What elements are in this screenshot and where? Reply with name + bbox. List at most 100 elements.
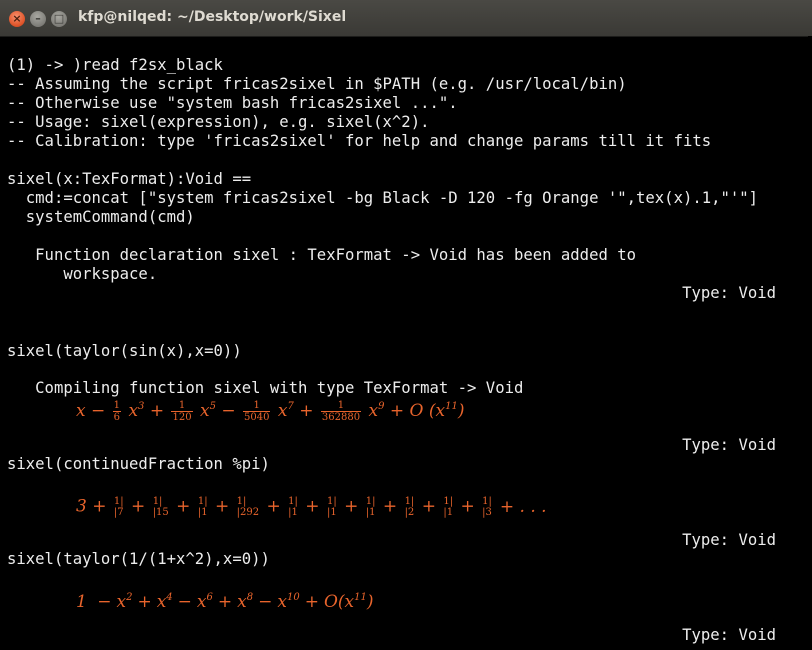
continued-fraction-term: 1| |1 — [198, 496, 208, 518]
cf-denominator: |1 — [326, 507, 337, 518]
scrollbar[interactable] — [808, 36, 812, 650]
math-numerator: 1 — [243, 400, 271, 412]
math-operator: + — [92, 496, 112, 517]
cf-numerator: 1| — [443, 496, 454, 507]
math-denominator: 6 — [113, 412, 121, 423]
math-operator: + — [416, 496, 442, 517]
math-numerator: 1 — [171, 400, 193, 412]
cf-numerator: 1| — [197, 496, 208, 507]
math-numerator: 1 — [320, 400, 362, 412]
math-exponent: 3 — [138, 401, 145, 412]
math-exponent: 7 — [287, 401, 294, 412]
cf-denominator: |7 — [113, 507, 124, 518]
continued-fraction-term: 1| |1 — [288, 496, 298, 518]
math-exponent: 9 — [378, 401, 385, 412]
cf-denominator: |1 — [288, 507, 298, 518]
title-bar[interactable]: × – □ kfp@nilqed: ~/Desktop/work/Sixel — [0, 0, 812, 37]
terminal-line: -- Assuming the script fricas2sixel in $… — [7, 75, 627, 93]
math-fraction: 1 362880 — [320, 400, 362, 423]
math-exponent: 2 — [126, 592, 133, 603]
sin-taylor-series-image: x − 16 x3 + 1 120 x5 − 1 5040 x7 + 1 362880… — [76, 400, 464, 423]
math-operator: − — [177, 592, 192, 612]
math-symbol: x — [196, 592, 207, 612]
cf-numerator: 1| — [365, 496, 376, 507]
math-operator: + — [137, 592, 152, 612]
math-operator: + — [304, 592, 319, 612]
terminal-line: sixel(taylor(1/(1+x^2),x=0)) — [7, 550, 270, 568]
math-fraction: 1 5040 — [243, 400, 271, 423]
math-operator: − — [221, 401, 236, 421]
cf-denominator: |15 — [152, 507, 169, 518]
math-operator: + — [299, 401, 314, 421]
math-operator: + — [170, 496, 196, 517]
math-fraction: 1 120 — [171, 400, 193, 423]
math-symbol: x — [76, 401, 86, 421]
terminal-line: sixel(continuedFraction %pi) — [7, 455, 270, 473]
terminal-line: cmd:=concat ["system fricas2sixel -bg Bl… — [7, 189, 759, 207]
type-label: Type: Void — [682, 284, 776, 302]
math-numerator: 1 — [112, 400, 122, 412]
cf-numerator: 1| — [326, 496, 337, 507]
continued-fraction-term: 1| |3 — [482, 496, 492, 518]
continued-fraction-term: 1| |292 — [237, 496, 259, 518]
math-exponent: 10 — [286, 592, 300, 603]
math-operator: + — [261, 496, 287, 517]
math-operator: + — [209, 496, 235, 517]
continued-fraction-term: 1| |1 — [327, 496, 337, 518]
close-window-button[interactable]: × — [9, 11, 25, 27]
terminal-line: -- Otherwise use "system bash fricas2six… — [7, 94, 458, 112]
math-denominator: 120 — [172, 412, 192, 423]
terminal-line: sixel(taylor(sin(x),x=0)) — [7, 342, 242, 360]
math-symbol: x — [116, 592, 127, 612]
cf-denominator: |2 — [404, 507, 415, 518]
math-ellipsis: + . . . — [499, 496, 547, 517]
math-symbol: 3 — [76, 496, 87, 517]
type-label: Type: Void — [682, 626, 776, 644]
window-title: kfp@nilqed: ~/Desktop/work/Sixel — [78, 9, 347, 25]
continued-fraction-term: 1| |2 — [405, 496, 415, 518]
math-operator: + — [125, 496, 151, 517]
math-exponent: 5 — [209, 401, 216, 412]
type-label: Type: Void — [682, 531, 776, 549]
continued-fraction-term: 1| |7 — [114, 496, 124, 518]
math-denominator: 5040 — [244, 412, 270, 423]
math-operator: + — [217, 592, 233, 612]
math-operator: − — [91, 401, 106, 421]
math-symbol: x — [344, 592, 355, 612]
terminal-line: -- Calibration: type 'fricas2sixel' for … — [7, 132, 712, 150]
terminal-line: systemCommand(cmd) — [7, 208, 195, 226]
minimize-window-button[interactable]: – — [30, 11, 46, 27]
math-symbol: O — [409, 401, 424, 421]
math-paren: ) — [457, 401, 465, 421]
terminal-content[interactable]: (1) -> )read f2sx_black -- Assuming the … — [0, 36, 812, 650]
math-exponent: 11 — [354, 592, 367, 603]
math-operator: + — [338, 496, 364, 517]
math-operator: + — [389, 401, 405, 421]
math-symbol: x — [277, 401, 288, 421]
terminal-line: (1) -> )read f2sx_black — [7, 56, 223, 74]
continued-fraction-term: 1| |15 — [153, 496, 169, 518]
cf-denominator: |1 — [443, 507, 454, 518]
math-symbol: x — [128, 401, 139, 421]
terminal-line: Function declaration sixel : TexFormat -… — [7, 246, 637, 264]
continued-fraction-term: 1| |1 — [366, 496, 376, 518]
math-exponent: 8 — [246, 592, 254, 603]
cf-numerator: 1| — [113, 496, 124, 507]
math-symbol: x — [368, 401, 379, 421]
math-operator: + — [377, 496, 403, 517]
terminal-line: -- Usage: sixel(expression), e.g. sixel(… — [7, 113, 430, 131]
cf-numerator: 1| — [152, 496, 163, 507]
cf-denominator: |1 — [197, 507, 208, 518]
terminal-line: workspace. — [7, 265, 158, 283]
maximize-window-button[interactable]: □ — [51, 11, 67, 27]
close-icon: × — [12, 12, 22, 25]
math-symbol: 1 — [76, 592, 87, 612]
cf-denominator: |3 — [482, 507, 492, 518]
math-symbol: x — [156, 592, 167, 612]
math-operator: + — [149, 401, 165, 421]
type-label: Type: Void — [682, 436, 776, 454]
terminal-line: Compiling function sixel with type TexFo… — [7, 379, 524, 397]
math-fraction: 16 — [112, 400, 122, 423]
math-exponent: 6 — [206, 592, 213, 603]
terminal-line: sixel(x:TexFormat):Void == — [7, 170, 252, 188]
